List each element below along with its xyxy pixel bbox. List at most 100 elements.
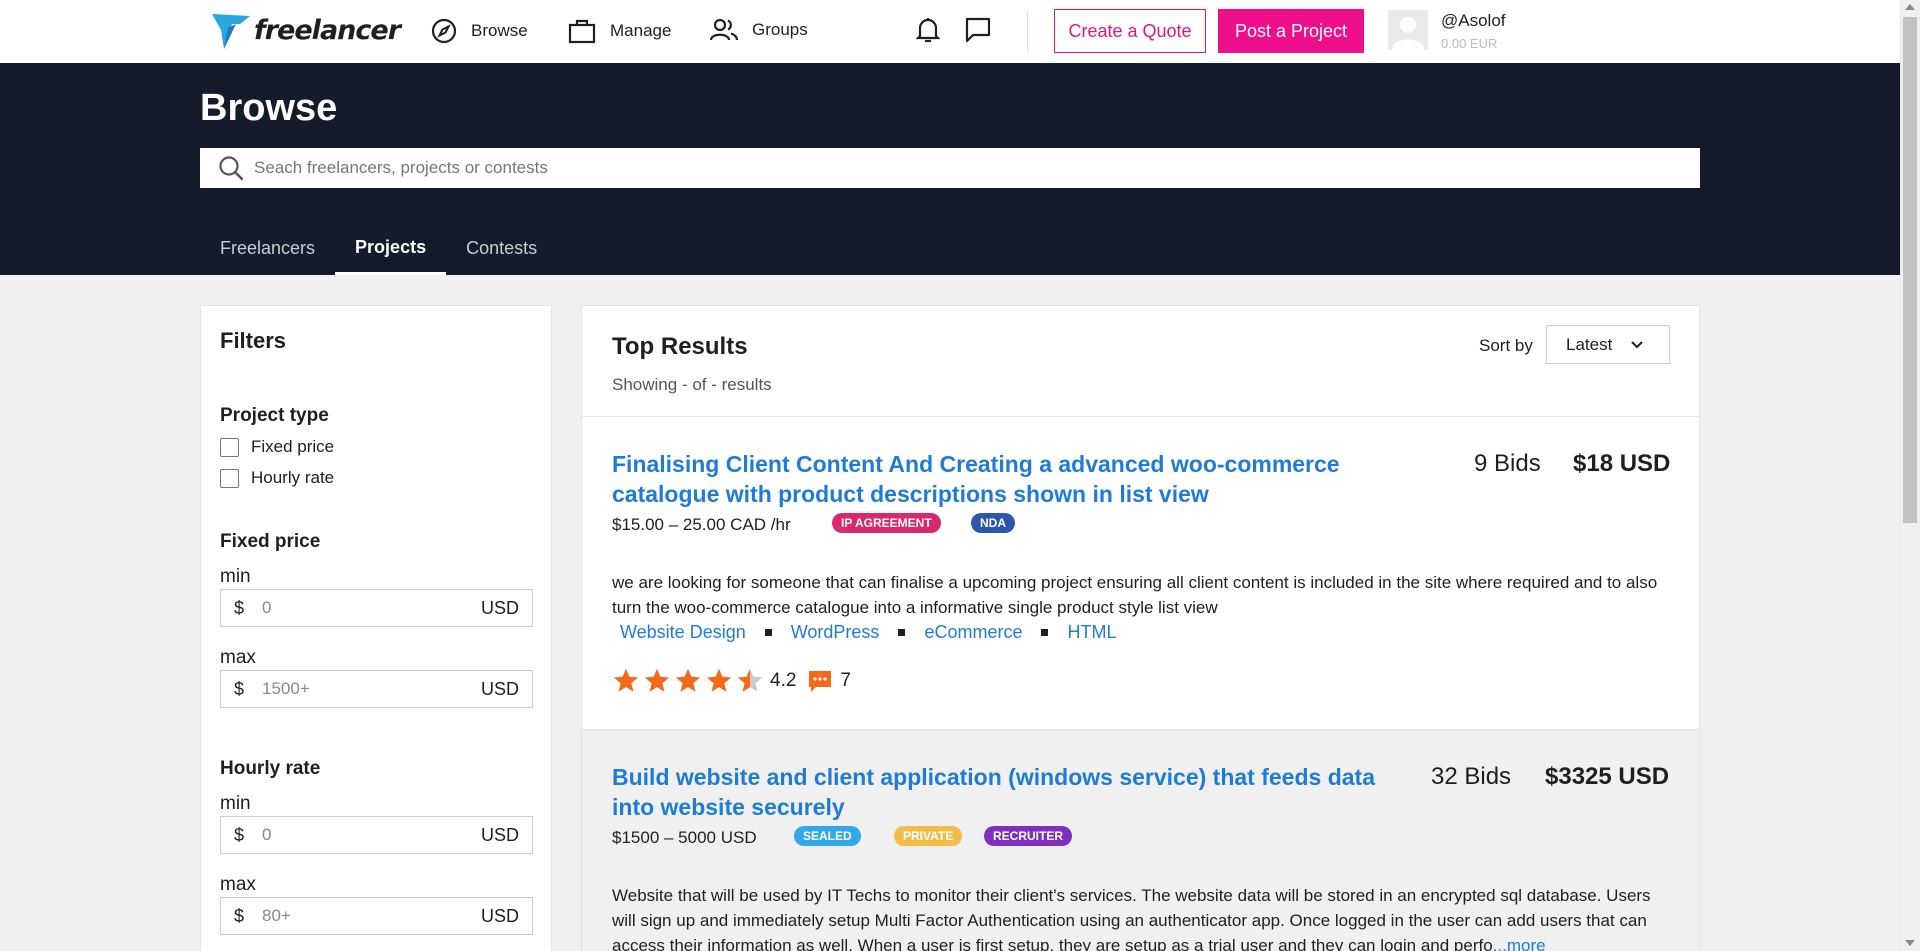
- skill-tag[interactable]: eCommerce: [924, 622, 1022, 643]
- review-bubble-icon: [809, 670, 832, 692]
- fixed-price-checkbox[interactable]: Fixed price: [220, 437, 334, 457]
- account-balance: 0.00 EUR: [1441, 36, 1498, 51]
- hourly-max-placeholder: 80+: [262, 906, 291, 925]
- results-title: Top Results: [612, 333, 748, 360]
- fixed-min-label: min: [220, 566, 251, 587]
- checkbox-box[interactable]: [220, 468, 239, 488]
- project-description: Website that will be used by IT Techs to…: [612, 883, 1672, 951]
- hourly-rate-checkbox[interactable]: Hourly rate: [220, 468, 334, 488]
- hourly-rate-heading: Hourly rate: [220, 758, 321, 779]
- review-count: 7: [840, 669, 851, 691]
- currency-symbol: $: [234, 905, 245, 926]
- star-icon: [675, 668, 701, 692]
- more-link[interactable]: ...more: [1493, 936, 1546, 951]
- star-icon: [644, 668, 670, 692]
- currency-symbol: $: [234, 824, 245, 845]
- checkbox-box[interactable]: [220, 437, 239, 457]
- scroll-up-arrow-icon[interactable]: [1905, 4, 1915, 10]
- chevron-down-icon: [1631, 340, 1644, 348]
- skill-separator: [898, 629, 906, 636]
- star-icon: [706, 668, 732, 692]
- project-card[interactable]: Build website and client application (wi…: [582, 729, 1699, 951]
- project-description: we are looking for someone that can fina…: [612, 573, 1658, 617]
- nav-browse[interactable]: Browse: [431, 18, 528, 44]
- nav-divider: [1027, 11, 1028, 51]
- fixed-max-label: max: [220, 647, 256, 668]
- currency-code: USD: [480, 905, 519, 926]
- hourly-max-label: max: [220, 874, 256, 895]
- freelancer-logo[interactable]: freelancer: [210, 10, 401, 50]
- half-star-icon: [737, 668, 763, 692]
- scroll-thumb[interactable]: [1903, 17, 1917, 523]
- fixed-min-placeholder: 0: [262, 598, 272, 617]
- scroll-down-arrow-icon[interactable]: [1905, 940, 1915, 946]
- post-project-button[interactable]: Post a Project: [1218, 9, 1364, 53]
- hourly-min-placeholder: 0: [262, 825, 272, 844]
- project-budget: $1500 – 5000 USD: [612, 828, 757, 847]
- results-count: Showing - of - results: [612, 375, 772, 394]
- rating-value: 4.2: [770, 669, 797, 691]
- message-icon[interactable]: [964, 16, 992, 44]
- fixed-max-placeholder: 1500+: [262, 679, 310, 698]
- search-icon: [219, 156, 244, 181]
- sort-label: Sort by: [1479, 336, 1533, 355]
- browse-tabs: Freelancers Projects Contests: [200, 222, 557, 275]
- hourly-min-input[interactable]: $ 0 USD: [220, 816, 533, 854]
- currency-code: USD: [480, 597, 519, 618]
- private-badge: PRIVATE: [894, 826, 963, 846]
- fixed-price-heading: Fixed price: [220, 531, 321, 552]
- compass-icon: [431, 18, 457, 44]
- username[interactable]: @Asolof: [1441, 11, 1506, 31]
- hourly-rate-checkbox-label: Hourly rate: [251, 468, 335, 487]
- skill-tags: Website Design WordPress eCommerce HTML: [620, 622, 1116, 643]
- filters-panel: Filters Project type Fixed price Hourly …: [200, 305, 552, 951]
- skill-separator: [1041, 629, 1049, 636]
- recruiter-badge: RECRUITER: [984, 826, 1073, 846]
- project-card[interactable]: Finalising Client Content And Creating a…: [582, 417, 1699, 733]
- results-panel: Top Results Showing - of - results Sort …: [581, 305, 1700, 951]
- project-budget: $15.00 – 25.00 CAD /hr: [612, 515, 791, 534]
- sealed-badge: SEALED: [794, 826, 861, 846]
- sort-select[interactable]: Latest: [1546, 325, 1670, 364]
- bell-icon[interactable]: [916, 16, 940, 44]
- skill-tag[interactable]: Website Design: [620, 622, 746, 643]
- top-navbar: freelancer Browse Manage Groups Create a: [0, 0, 1900, 63]
- search-bar[interactable]: [200, 148, 1700, 188]
- create-quote-button[interactable]: Create a Quote: [1054, 9, 1206, 53]
- bids-count: 32 Bids: [1431, 763, 1512, 790]
- project-title[interactable]: Finalising Client Content And Creating a…: [612, 449, 1412, 509]
- fixed-max-input[interactable]: $ 1500+ USD: [220, 670, 533, 708]
- tab-freelancers[interactable]: Freelancers: [200, 222, 335, 275]
- logo-wordmark: freelancer: [254, 14, 401, 46]
- currency-symbol: $: [234, 597, 245, 618]
- page-title: Browse: [200, 87, 338, 129]
- project-price: $18 USD: [1573, 450, 1671, 477]
- project-price: $3325 USD: [1545, 763, 1670, 790]
- people-icon: [710, 18, 738, 41]
- nav-groups[interactable]: Groups: [710, 18, 808, 42]
- project-title[interactable]: Build website and client application (wi…: [612, 762, 1412, 822]
- bird-logo-icon: [212, 14, 250, 49]
- hourly-max-input[interactable]: $ 80+ USD: [220, 897, 533, 935]
- fixed-min-input[interactable]: $ 0 USD: [220, 589, 533, 627]
- tab-contests[interactable]: Contests: [446, 222, 557, 275]
- briefcase-icon: [568, 19, 596, 44]
- nav-manage[interactable]: Manage: [568, 18, 671, 44]
- client-rating: 4.2 7: [612, 667, 851, 694]
- skill-tag[interactable]: WordPress: [791, 622, 880, 643]
- nav-manage-label: Manage: [610, 21, 672, 40]
- currency-code: USD: [480, 678, 519, 699]
- star-icon: [613, 668, 639, 692]
- project-type-heading: Project type: [220, 405, 329, 426]
- bids-count: 9 Bids: [1474, 450, 1541, 477]
- skill-tag[interactable]: HTML: [1067, 622, 1116, 643]
- sort-value: Latest: [1566, 334, 1613, 354]
- user-silhouette-icon: [1388, 10, 1428, 50]
- skill-separator: [764, 629, 772, 636]
- fixed-price-checkbox-label: Fixed price: [251, 437, 335, 456]
- nav-groups-label: Groups: [752, 20, 808, 39]
- search-input[interactable]: [254, 158, 1654, 178]
- tab-projects[interactable]: Projects: [335, 222, 447, 275]
- nav-browse-label: Browse: [471, 21, 528, 40]
- avatar[interactable]: [1388, 10, 1428, 50]
